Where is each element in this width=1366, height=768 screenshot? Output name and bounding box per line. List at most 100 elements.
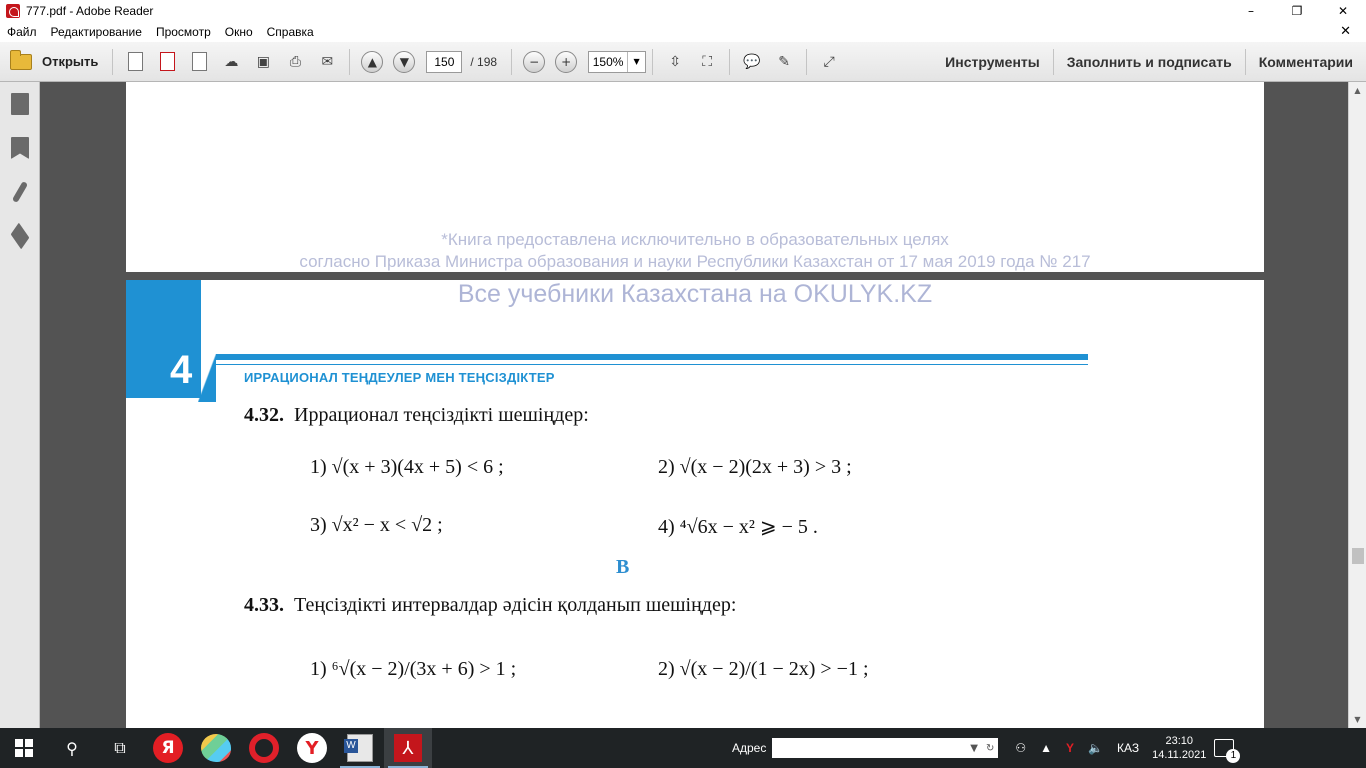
comment-icon[interactable]: 💬: [741, 51, 763, 73]
open-button[interactable]: Открыть: [0, 49, 106, 70]
pdf-page-150: 4 ИРРАЦИОНАЛ ТЕҢДЕУЛЕР МЕН ТЕҢСІЗДІКТЕР …: [126, 280, 1264, 728]
yandex-icon: Я: [153, 733, 183, 763]
minimize-button[interactable]: –: [1228, 0, 1274, 22]
watermark-line-1: *Книга предоставлена исключительно в обр…: [441, 230, 949, 249]
address-label: Адрес: [732, 741, 767, 755]
show-hidden-icons-icon[interactable]: ▲: [1040, 741, 1052, 755]
toolbar-divider: [511, 48, 513, 75]
yandex-tray-icon[interactable]: Y: [1066, 741, 1074, 755]
language-indicator[interactable]: КАЗ: [1117, 741, 1139, 755]
adobe-reader-icon: [6, 4, 20, 18]
clock[interactable]: 23:10 14.11.2021: [1152, 734, 1206, 762]
page-number-input[interactable]: 150: [426, 50, 463, 73]
title-bar: 777.pdf - Adobe Reader – ❐ ✕: [0, 0, 1366, 22]
fit-width-icon[interactable]: ⇳: [664, 51, 686, 73]
problem-4-32-item-2: 2) √(x − 2)(2x + 3) > 3 ;: [658, 456, 852, 478]
opera-icon: [249, 733, 279, 763]
scroll-up-arrow-icon[interactable]: ▲: [1349, 82, 1366, 99]
toolbar: Открыть ☁ ▣ ⎙ ✉ ▲ ▼ 150 / 198 − + 150% ▼…: [0, 42, 1366, 82]
upload-cloud-icon[interactable]: ☁: [220, 51, 242, 73]
menu-view[interactable]: Просмотр: [149, 25, 218, 39]
fit-page-icon[interactable]: ⛶: [696, 51, 718, 73]
zoom-in-button[interactable]: +: [555, 50, 578, 73]
problem-4-33-heading: 4.33. Теңсіздікті интервалдар әдісін қолд…: [244, 594, 736, 617]
window-title: 777.pdf - Adobe Reader: [26, 4, 154, 18]
full-screen-icon[interactable]: ⤢: [818, 51, 840, 73]
toolbar-divider: [112, 48, 114, 75]
search-button[interactable]: ⚲: [48, 728, 96, 768]
folder-icon: [10, 49, 32, 70]
page-total: / 198: [470, 54, 498, 69]
layers-icon[interactable]: [0, 214, 40, 258]
next-page-button[interactable]: ▼: [393, 50, 416, 73]
chevron-down-icon: ▼: [627, 51, 645, 72]
word-document-icon: [344, 734, 373, 762]
zoom-out-button[interactable]: −: [523, 50, 546, 73]
system-tray: ⚇ ▲ Y 🔈 КАЗ: [1008, 741, 1146, 755]
zoom-value: 150%: [592, 54, 624, 69]
refresh-icon[interactable]: ↻: [986, 743, 994, 754]
acrobat-icon: ⅄: [394, 734, 422, 762]
menu-edit[interactable]: Редактирование: [44, 25, 149, 39]
toolbar-divider: [806, 48, 808, 75]
zoom-select[interactable]: 150% ▼: [588, 50, 647, 73]
create-pdf-icon[interactable]: [124, 51, 146, 73]
document-view[interactable]: *Книга предоставлена исключительно в обр…: [41, 82, 1348, 728]
print-icon[interactable]: ⎙: [284, 51, 306, 73]
yandex-app-button[interactable]: Я: [144, 728, 192, 768]
menu-file[interactable]: Файл: [0, 25, 44, 39]
comments-button[interactable]: Комментарии: [1246, 54, 1366, 70]
yandex-browser-button[interactable]: Y: [288, 728, 336, 768]
taskbar: ⚲ ⧉ Я Y ⅄ Адрес ▼ ↻ ⚇ ▲ Y 🔈 КАЗ 23:10 14…: [0, 728, 1366, 768]
problem-4-32-item-3: 3) √x² − x < √2 ;: [310, 514, 443, 536]
volume-icon[interactable]: 🔈: [1088, 741, 1103, 755]
problem-text: Иррационал теңсіздікті шешіңдер:: [294, 404, 589, 426]
problem-4-32-heading: 4.32. Иррационал теңсіздікті шешіңдер:: [244, 404, 589, 427]
toolbar-divider: [729, 48, 731, 75]
menu-bar: Файл Редактирование Просмотр Окно Справк…: [0, 22, 1366, 42]
close-button[interactable]: ✕: [1320, 0, 1366, 22]
edit-document-icon[interactable]: [188, 51, 210, 73]
tools-button[interactable]: Инструменты: [932, 54, 1053, 70]
email-icon[interactable]: ✉: [316, 51, 338, 73]
toolbar-divider: [349, 48, 351, 75]
fill-sign-button[interactable]: Заполнить и подписать: [1054, 54, 1245, 70]
problem-number: 4.32.: [244, 404, 284, 426]
chapter-rule-thin: [216, 364, 1088, 365]
notification-count: 1: [1226, 749, 1241, 763]
chapter-title: ИРРАЦИОНАЛ ТЕҢДЕУЛЕР МЕН ТЕҢСІЗДІКТЕР: [244, 370, 555, 385]
search-icon: ⚲: [66, 738, 78, 758]
word-app-button[interactable]: [336, 728, 384, 768]
section-letter: В: [616, 556, 630, 578]
pdf-page-149: *Книга предоставлена исключительно в обр…: [126, 82, 1264, 272]
problem-4-33-item-2: 2) √(x − 2)/(1 − 2x) > −1 ;: [658, 658, 869, 680]
close-document-button[interactable]: ✕: [1333, 24, 1358, 39]
chapter-rule: [216, 354, 1088, 360]
bookmarks-icon[interactable]: [0, 126, 40, 170]
chevron-down-icon[interactable]: ▼: [970, 743, 978, 754]
menu-help[interactable]: Справка: [260, 25, 321, 39]
highlight-icon[interactable]: ✎: [773, 51, 795, 73]
scroll-thumb[interactable]: [1352, 548, 1364, 564]
start-button[interactable]: [0, 728, 48, 768]
yandex-browser-icon: Y: [297, 733, 327, 763]
restore-button[interactable]: ❐: [1274, 0, 1320, 22]
previous-page-button[interactable]: ▲: [361, 50, 384, 73]
problem-text: Теңсіздікті интервалдар әдісін қолданып …: [294, 594, 737, 616]
chapter-slant: [198, 354, 216, 402]
opera-app-button[interactable]: [240, 728, 288, 768]
action-center-icon[interactable]: 1: [1214, 739, 1241, 763]
menu-window[interactable]: Окно: [218, 25, 260, 39]
vertical-scrollbar[interactable]: ▲ ▼: [1348, 82, 1366, 728]
export-pdf-icon[interactable]: [156, 51, 178, 73]
scroll-down-arrow-icon[interactable]: ▼: [1349, 711, 1366, 728]
adobe-reader-taskbar-button[interactable]: ⅄: [384, 728, 432, 768]
page-thumbnails-icon[interactable]: [0, 82, 40, 126]
address-input[interactable]: ▼ ↻: [772, 738, 999, 758]
task-view-button[interactable]: ⧉: [96, 728, 144, 768]
navigation-pane: [0, 82, 40, 728]
paint-app-button[interactable]: [192, 728, 240, 768]
attachments-icon[interactable]: [0, 170, 40, 214]
save-icon[interactable]: ▣: [252, 51, 274, 73]
people-icon[interactable]: ⚇: [1015, 741, 1026, 755]
